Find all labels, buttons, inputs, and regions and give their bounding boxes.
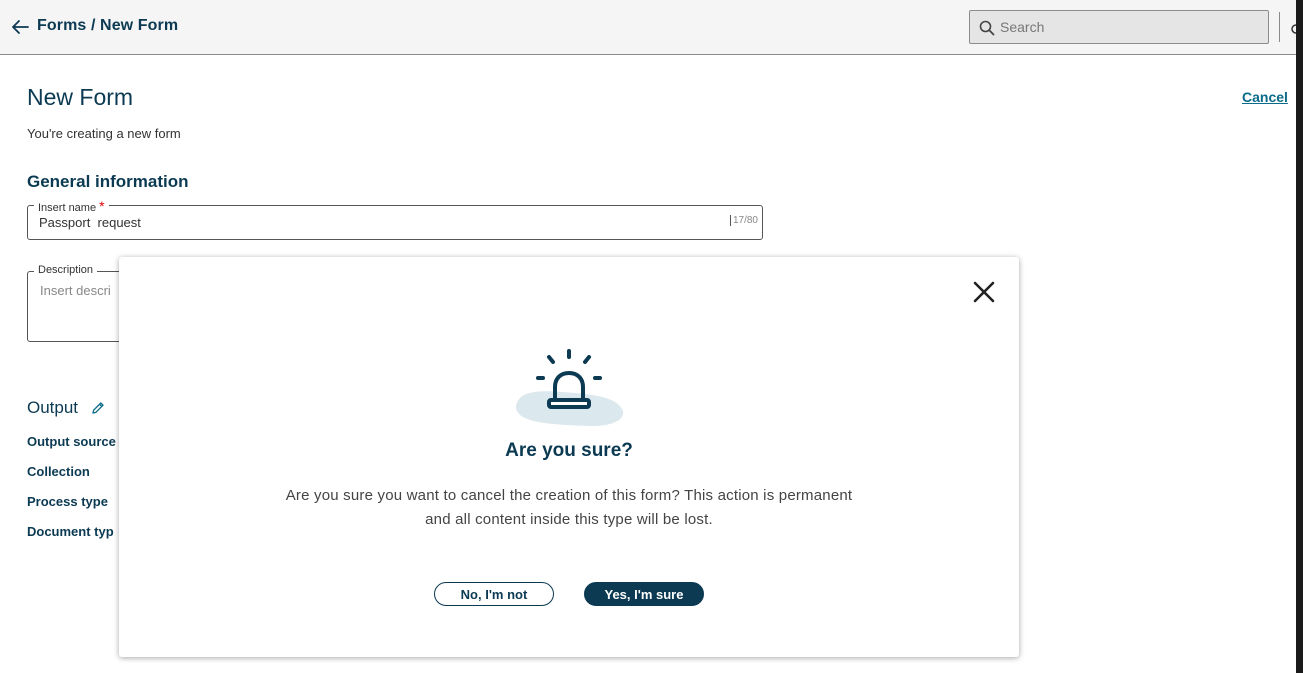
name-field-label: Insert name * bbox=[34, 198, 109, 214]
output-source-label: Output source bbox=[27, 434, 116, 449]
name-field[interactable]: Insert name * Passport request 17/80 bbox=[27, 198, 763, 240]
process-type-label: Process type bbox=[27, 494, 108, 509]
cancel-link[interactable]: Cancel bbox=[1242, 89, 1288, 105]
dialog-title: Are you sure? bbox=[505, 440, 633, 461]
page-subtitle: You're creating a new form bbox=[27, 126, 181, 141]
confirm-cancel-dialog: Are you sure? Are you sure you want to c… bbox=[119, 257, 1019, 657]
breadcrumb: Forms / New Form bbox=[37, 17, 179, 34]
top-bar: Forms / New Form bbox=[0, 0, 1297, 55]
character-counter: 17/80 bbox=[729, 215, 758, 226]
yes-button[interactable]: Yes, I'm sure bbox=[584, 582, 704, 606]
collection-label: Collection bbox=[27, 464, 90, 479]
search-input[interactable] bbox=[1000, 11, 1260, 43]
document-type-label: Document typ bbox=[27, 524, 114, 539]
required-mark: * bbox=[99, 198, 105, 214]
arrow-left-icon bbox=[12, 20, 29, 34]
window-edge bbox=[1296, 0, 1303, 673]
pencil-icon[interactable] bbox=[91, 401, 105, 415]
no-button[interactable]: No, I'm not bbox=[434, 582, 554, 606]
dialog-message: Are you sure you want to cancel the crea… bbox=[285, 487, 853, 528]
general-information-heading: General information bbox=[27, 172, 189, 191]
description-field-label: Description bbox=[34, 264, 98, 276]
search-icon bbox=[979, 20, 995, 36]
page: Forms / New Form New Form Cancel You're … bbox=[0, 0, 1303, 673]
back-button[interactable] bbox=[10, 17, 30, 37]
header-divider bbox=[1279, 12, 1280, 42]
page-title: New Form bbox=[27, 84, 134, 110]
name-field-value: Passport request bbox=[39, 215, 141, 230]
description-placeholder: Insert descri bbox=[40, 283, 111, 298]
output-heading: Output bbox=[27, 398, 79, 417]
siren-alarm-icon bbox=[516, 349, 624, 427]
search-box[interactable] bbox=[969, 10, 1269, 44]
close-icon[interactable] bbox=[971, 279, 997, 305]
